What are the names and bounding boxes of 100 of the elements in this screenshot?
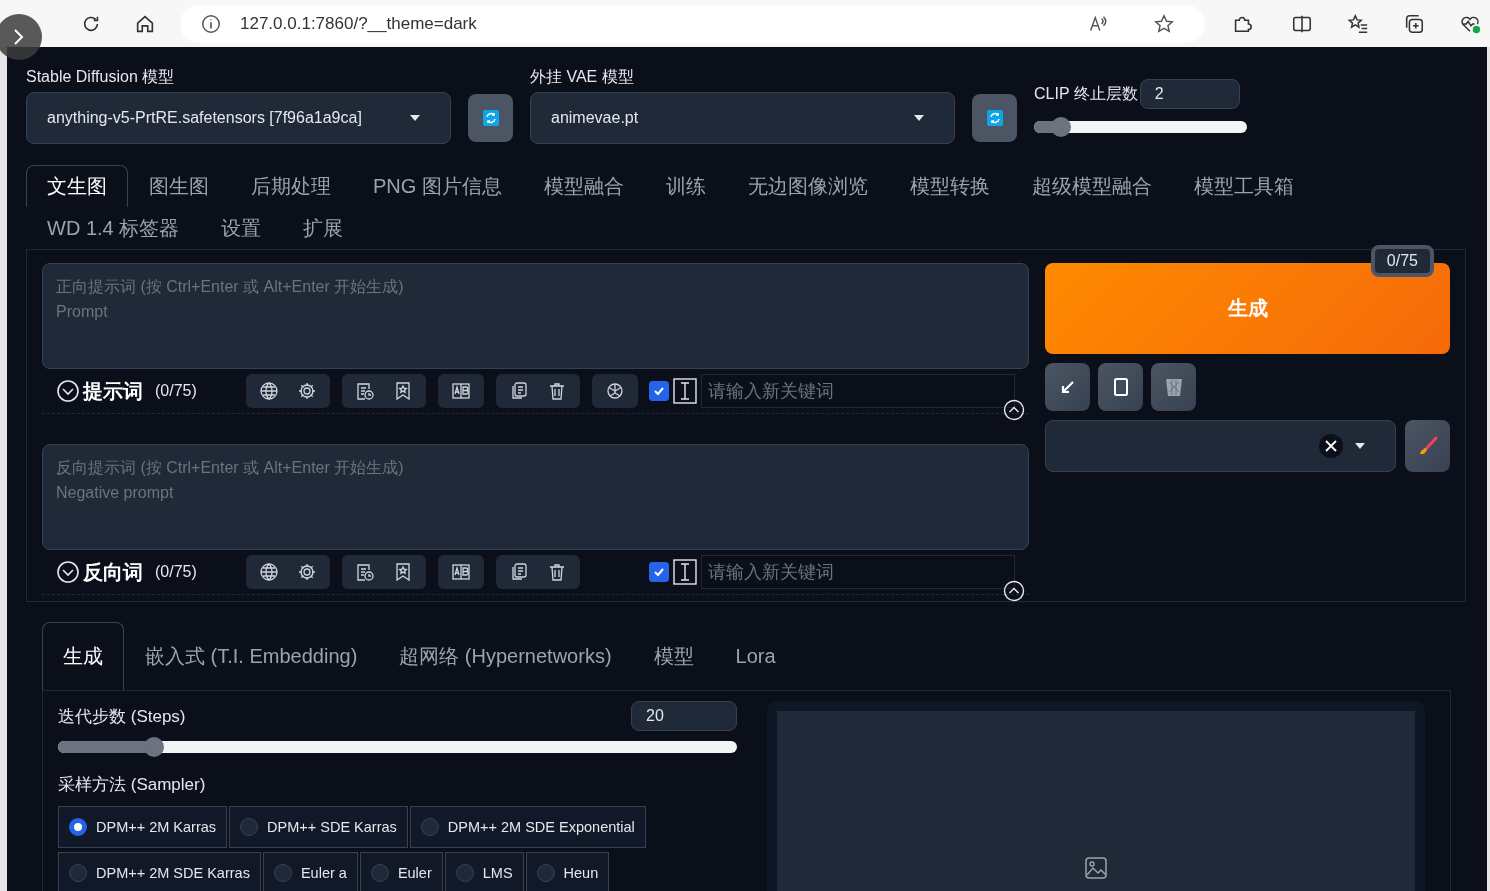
tab[interactable]: 嵌入式 (T.I. Embedding) (124, 622, 379, 690)
prompt-textarea[interactable]: 正向提示词 (按 Ctrl+Enter 或 Alt+Enter 开始生成) Prompt (42, 263, 1030, 369)
option-label: Euler a (300, 865, 347, 881)
option-label: DPM++ 2M SDE Karras (96, 865, 250, 881)
model-dropdown[interactable]: anything-v5-PrtRE.safetensors [7f96a1a9ca] (26, 92, 451, 144)
keyword-input[interactable]: 请输入新关键词 (701, 374, 1016, 408)
field-label: CLIP 终止层数 (1034, 83, 1138, 104)
keyword-input[interactable]: 请输入新关键词 (701, 555, 1016, 589)
prompt-title: 反向词 (83, 559, 143, 585)
radio-option[interactable]: Euler (359, 852, 443, 891)
brush-button[interactable] (1405, 420, 1450, 472)
gear-icon (296, 381, 317, 401)
star-icon[interactable] (1153, 12, 1175, 35)
token-count: (0/75) (155, 563, 197, 581)
tab[interactable]: WD 1.4 标签器 (26, 207, 201, 249)
slider-thumb[interactable] (144, 737, 165, 757)
collapse-icon[interactable] (56, 560, 80, 584)
tab[interactable]: 无边图像浏览 (726, 165, 889, 207)
radio-button[interactable] (240, 818, 259, 836)
radio-button[interactable] (420, 818, 439, 836)
clipboard-button[interactable] (1098, 363, 1144, 411)
number-input[interactable]: 2 (1139, 79, 1240, 109)
option-label: Euler (397, 865, 432, 881)
radio-option[interactable]: Euler a (262, 852, 358, 891)
radio-button[interactable] (69, 864, 87, 882)
option-label: LMS (482, 865, 513, 881)
chevron-right-icon (13, 28, 25, 46)
globe-icon (258, 562, 279, 582)
trash-button[interactable] (1151, 363, 1197, 411)
tab[interactable]: 文生图 (26, 165, 128, 207)
option-label: DPM++ 2M SDE Exponential (447, 819, 635, 835)
radio-option[interactable]: DPM++ 2M SDE Karras (58, 852, 261, 891)
field-label: 迭代步数 (Steps) (58, 705, 186, 728)
option-label: Heun (563, 865, 599, 881)
tab[interactable]: 模型融合 (522, 165, 645, 207)
address-bar[interactable]: 127.0.0.1:7860/?__theme=dark (180, 4, 1205, 43)
radio-button[interactable] (69, 818, 87, 836)
token-count: (0/75) (155, 382, 197, 400)
option-label: DPM++ 2M Karras (96, 819, 217, 835)
text-cursor-icon[interactable] (673, 378, 698, 404)
ab-swap-icon (450, 562, 471, 582)
expand-icon[interactable] (1003, 580, 1026, 602)
tab[interactable]: 模型工具箱 (1172, 165, 1315, 207)
image-icon (1085, 857, 1107, 879)
refresh-icon (986, 110, 1003, 126)
radio-button[interactable] (455, 864, 474, 882)
dropdown-value: animevae.pt (551, 109, 639, 127)
field-label: 采样方法 (Sampler) (58, 774, 207, 796)
field-label: 外挂 VAE 模型 (530, 67, 635, 87)
refresh-button[interactable] (468, 94, 513, 142)
prompt-title: 提示词 (83, 378, 143, 404)
radio-option[interactable]: LMS (444, 852, 524, 891)
radio-button[interactable] (370, 864, 389, 882)
checkbox[interactable] (649, 381, 670, 401)
caret-icon (410, 115, 420, 121)
prompt-textarea[interactable]: 反向提示词 (按 Ctrl+Enter 或 Alt+Enter 开始生成) Negative prompt (42, 444, 1030, 550)
slider-thumb[interactable] (1050, 117, 1071, 137)
caret-icon (914, 115, 924, 121)
tab[interactable]: 生成 (42, 622, 124, 690)
globe-icon (258, 381, 279, 401)
arrow-button[interactable] (1045, 363, 1091, 411)
collections-icon[interactable] (1403, 12, 1425, 35)
tab[interactable]: 模型转换 (888, 165, 1011, 207)
arrow-icon (1059, 379, 1076, 395)
tab[interactable]: 训练 (644, 165, 727, 207)
list-clock-icon (354, 562, 375, 582)
tab[interactable]: 超级模型融合 (1010, 165, 1173, 207)
tab[interactable]: 超网络 (Hypernetworks) (378, 622, 633, 690)
option-label: DPM++ SDE Karras (267, 819, 397, 835)
url-text: 127.0.0.1:7860/?__theme=dark (240, 13, 477, 34)
checkbox[interactable] (649, 562, 670, 582)
radio-option[interactable]: Heun (525, 852, 610, 891)
tab[interactable]: 设置 (200, 207, 283, 249)
page-overlay-handle[interactable] (0, 14, 42, 60)
tab[interactable]: 扩展 (282, 207, 365, 249)
tab[interactable]: Lora (714, 622, 797, 690)
refresh-button[interactable] (972, 94, 1017, 142)
radio-button[interactable] (273, 864, 292, 882)
number-input[interactable]: 20 (631, 701, 737, 731)
tab[interactable]: PNG 图片信息 (352, 165, 523, 207)
radio-option[interactable]: DPM++ 2M Karras (58, 806, 228, 848)
radio-option[interactable]: DPM++ SDE Karras (229, 806, 408, 848)
info-icon (200, 12, 222, 35)
dropdown-value: anything-v5-PrtRE.safetensors [7f96a1a9ca] (47, 109, 362, 127)
tab[interactable]: 模型 (632, 622, 715, 690)
close-icon (1325, 440, 1337, 452)
collapse-icon[interactable] (56, 379, 80, 403)
clipboard-icon (1112, 377, 1129, 397)
tab[interactable]: 后期处理 (230, 165, 352, 207)
ab-swap-icon (450, 381, 471, 401)
clear-button[interactable] (1319, 434, 1343, 458)
field-label: Stable Diffusion 模型 (26, 67, 176, 87)
radio-button[interactable] (536, 864, 555, 882)
refresh-icon (482, 110, 499, 126)
radio-option[interactable]: DPM++ 2M SDE Exponential (409, 806, 646, 848)
tab[interactable]: 图生图 (128, 165, 230, 207)
vae-dropdown[interactable]: animevae.pt (530, 92, 955, 144)
favorites-icon[interactable] (1347, 12, 1369, 35)
expand-icon[interactable] (1003, 399, 1026, 421)
text-cursor-icon[interactable] (673, 559, 698, 585)
